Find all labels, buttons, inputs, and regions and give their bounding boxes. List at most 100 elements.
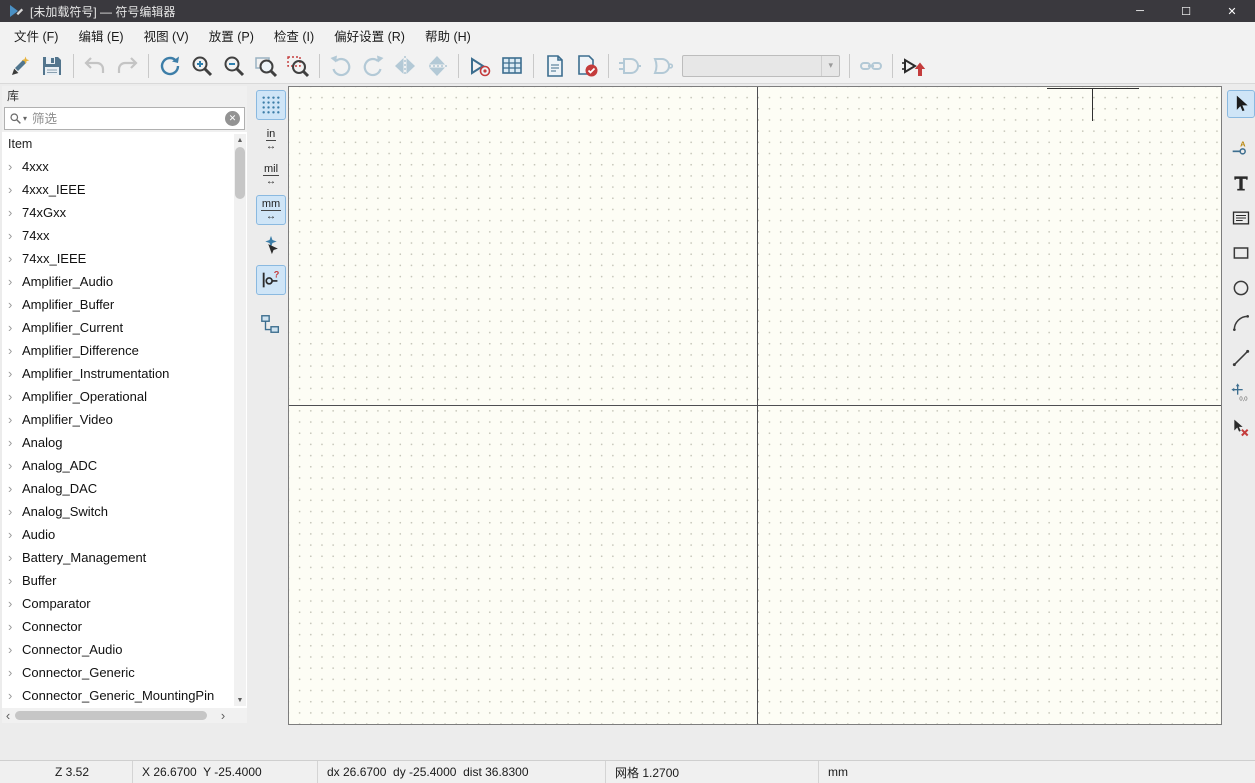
add-textbox-tool-button[interactable] xyxy=(1227,204,1255,232)
units-inches-button[interactable]: in xyxy=(256,125,286,155)
expander-chevron-icon[interactable] xyxy=(8,298,19,311)
expander-chevron-icon[interactable] xyxy=(8,275,19,288)
expander-chevron-icon[interactable] xyxy=(8,482,19,495)
library-tree-row[interactable]: Analog xyxy=(2,431,247,454)
menu-item[interactable]: 编辑 (E) xyxy=(68,22,133,49)
undo-button[interactable] xyxy=(80,51,110,81)
expander-chevron-icon[interactable] xyxy=(8,551,19,564)
add-circle-tool-button[interactable] xyxy=(1227,274,1255,302)
library-tree-row[interactable]: 74xx xyxy=(2,224,247,247)
expander-chevron-icon[interactable] xyxy=(8,574,19,587)
menu-item[interactable]: 放置 (P) xyxy=(199,22,264,49)
expander-chevron-icon[interactable] xyxy=(8,666,19,679)
mirror-vertical-button[interactable] xyxy=(422,51,452,81)
search-options-chevron-icon[interactable] xyxy=(22,114,30,123)
rotate-counterclockwise-button[interactable] xyxy=(326,51,356,81)
expander-chevron-icon[interactable] xyxy=(8,505,19,518)
scroll-down-arrow-icon[interactable] xyxy=(234,694,246,706)
refresh-view-button[interactable] xyxy=(155,51,185,81)
expander-chevron-icon[interactable] xyxy=(8,643,19,656)
expander-chevron-icon[interactable] xyxy=(8,620,19,633)
expander-chevron-icon[interactable] xyxy=(8,436,19,449)
zoom-out-button[interactable] xyxy=(219,51,249,81)
expander-chevron-icon[interactable] xyxy=(8,321,19,334)
expander-chevron-icon[interactable] xyxy=(8,689,19,702)
synchronized-pin-edit-button[interactable] xyxy=(856,51,886,81)
library-tree-row[interactable]: Amplifier_Instrumentation xyxy=(2,362,247,385)
menu-item[interactable]: 文件 (F) xyxy=(4,22,68,49)
library-tree-row[interactable]: 4xxx xyxy=(2,155,247,178)
library-filter-input[interactable] xyxy=(30,111,225,127)
scroll-up-arrow-icon[interactable] xyxy=(234,134,246,146)
units-millimeters-button[interactable]: mm xyxy=(256,195,286,225)
save-button[interactable] xyxy=(37,51,67,81)
expander-chevron-icon[interactable] xyxy=(8,367,19,380)
mirror-horizontal-button[interactable] xyxy=(390,51,420,81)
library-tree-row[interactable]: Audio xyxy=(2,523,247,546)
de-morgan-standard-button[interactable] xyxy=(615,51,645,81)
menu-item[interactable]: 帮助 (H) xyxy=(415,22,481,49)
library-tree-row[interactable]: Analog_DAC xyxy=(2,477,247,500)
library-tree-row[interactable]: Amplifier_Buffer xyxy=(2,293,247,316)
expander-chevron-icon[interactable] xyxy=(8,252,19,265)
expander-chevron-icon[interactable] xyxy=(8,459,19,472)
editor-canvas[interactable] xyxy=(288,86,1222,725)
show-datasheet-button[interactable] xyxy=(540,51,570,81)
pin-table-button[interactable] xyxy=(497,51,527,81)
move-anchor-tool-button[interactable]: 0,0 xyxy=(1227,379,1255,407)
zoom-to-selection-button[interactable] xyxy=(283,51,313,81)
delete-tool-button[interactable] xyxy=(1227,414,1255,442)
library-tree-row[interactable]: Amplifier_Current xyxy=(2,316,247,339)
library-tree-row[interactable]: Connector_Generic_MountingPin xyxy=(2,684,247,707)
new-symbol-button[interactable] xyxy=(5,51,35,81)
vertical-scrollbar-thumb[interactable] xyxy=(235,147,245,199)
add-symbol-to-schematic-button[interactable] xyxy=(899,51,929,81)
rotate-clockwise-button[interactable] xyxy=(358,51,388,81)
redo-button[interactable] xyxy=(112,51,142,81)
library-tree-row[interactable]: Amplifier_Video xyxy=(2,408,247,431)
zoom-in-button[interactable] xyxy=(187,51,217,81)
library-tree-row[interactable]: 4xxx_IEEE xyxy=(2,178,247,201)
library-tree-row[interactable]: Connector xyxy=(2,615,247,638)
menu-item[interactable]: 检查 (I) xyxy=(264,22,324,49)
library-tree-row[interactable]: Battery_Management xyxy=(2,546,247,569)
clear-filter-button[interactable] xyxy=(225,111,240,126)
symbol-properties-button[interactable] xyxy=(465,51,495,81)
show-pin-electrical-type-button[interactable]: ? xyxy=(256,265,286,295)
add-pin-tool-button[interactable]: A xyxy=(1227,134,1255,162)
de-morgan-alternate-button[interactable] xyxy=(647,51,677,81)
add-lines-tool-button[interactable] xyxy=(1227,344,1255,372)
library-tree-row[interactable]: Amplifier_Difference xyxy=(2,339,247,362)
menu-item[interactable]: 偏好设置 (R) xyxy=(324,22,415,49)
library-tree-row[interactable]: Connector_Audio xyxy=(2,638,247,661)
grid-toggle-button[interactable] xyxy=(256,90,286,120)
zoom-to-fit-button[interactable] xyxy=(251,51,281,81)
library-tree-row[interactable]: Amplifier_Audio xyxy=(2,270,247,293)
library-tree-row[interactable]: Analog_ADC xyxy=(2,454,247,477)
tree-vertical-scrollbar[interactable] xyxy=(234,134,246,706)
units-mils-button[interactable]: mil xyxy=(256,160,286,190)
expander-chevron-icon[interactable] xyxy=(8,229,19,242)
expander-chevron-icon[interactable] xyxy=(8,344,19,357)
add-text-tool-button[interactable] xyxy=(1227,169,1255,197)
snap-to-grid-cursor-button[interactable] xyxy=(256,230,286,260)
add-rectangle-tool-button[interactable] xyxy=(1227,239,1255,267)
menu-item[interactable]: 视图 (V) xyxy=(134,22,199,49)
library-tree-row[interactable]: 74xGxx xyxy=(2,201,247,224)
expander-chevron-icon[interactable] xyxy=(8,597,19,610)
unit-select-dropdown[interactable] xyxy=(682,55,840,77)
scroll-left-arrow-icon[interactable] xyxy=(2,708,14,723)
close-button[interactable]: ✕ xyxy=(1209,0,1255,22)
add-arc-tool-button[interactable] xyxy=(1227,309,1255,337)
library-tree-row[interactable]: Comparator xyxy=(2,592,247,615)
library-tree-row[interactable]: Analog_Switch xyxy=(2,500,247,523)
select-tool-button[interactable] xyxy=(1227,90,1255,118)
horizontal-scrollbar-thumb[interactable] xyxy=(15,711,207,720)
library-tree-row[interactable]: Connector_Generic xyxy=(2,661,247,684)
expander-chevron-icon[interactable] xyxy=(8,413,19,426)
expander-chevron-icon[interactable] xyxy=(8,206,19,219)
scroll-right-arrow-icon[interactable] xyxy=(217,708,229,723)
minimize-button[interactable]: ─ xyxy=(1117,0,1163,22)
expander-chevron-icon[interactable] xyxy=(8,390,19,403)
tree-horizontal-scrollbar[interactable] xyxy=(2,708,247,723)
